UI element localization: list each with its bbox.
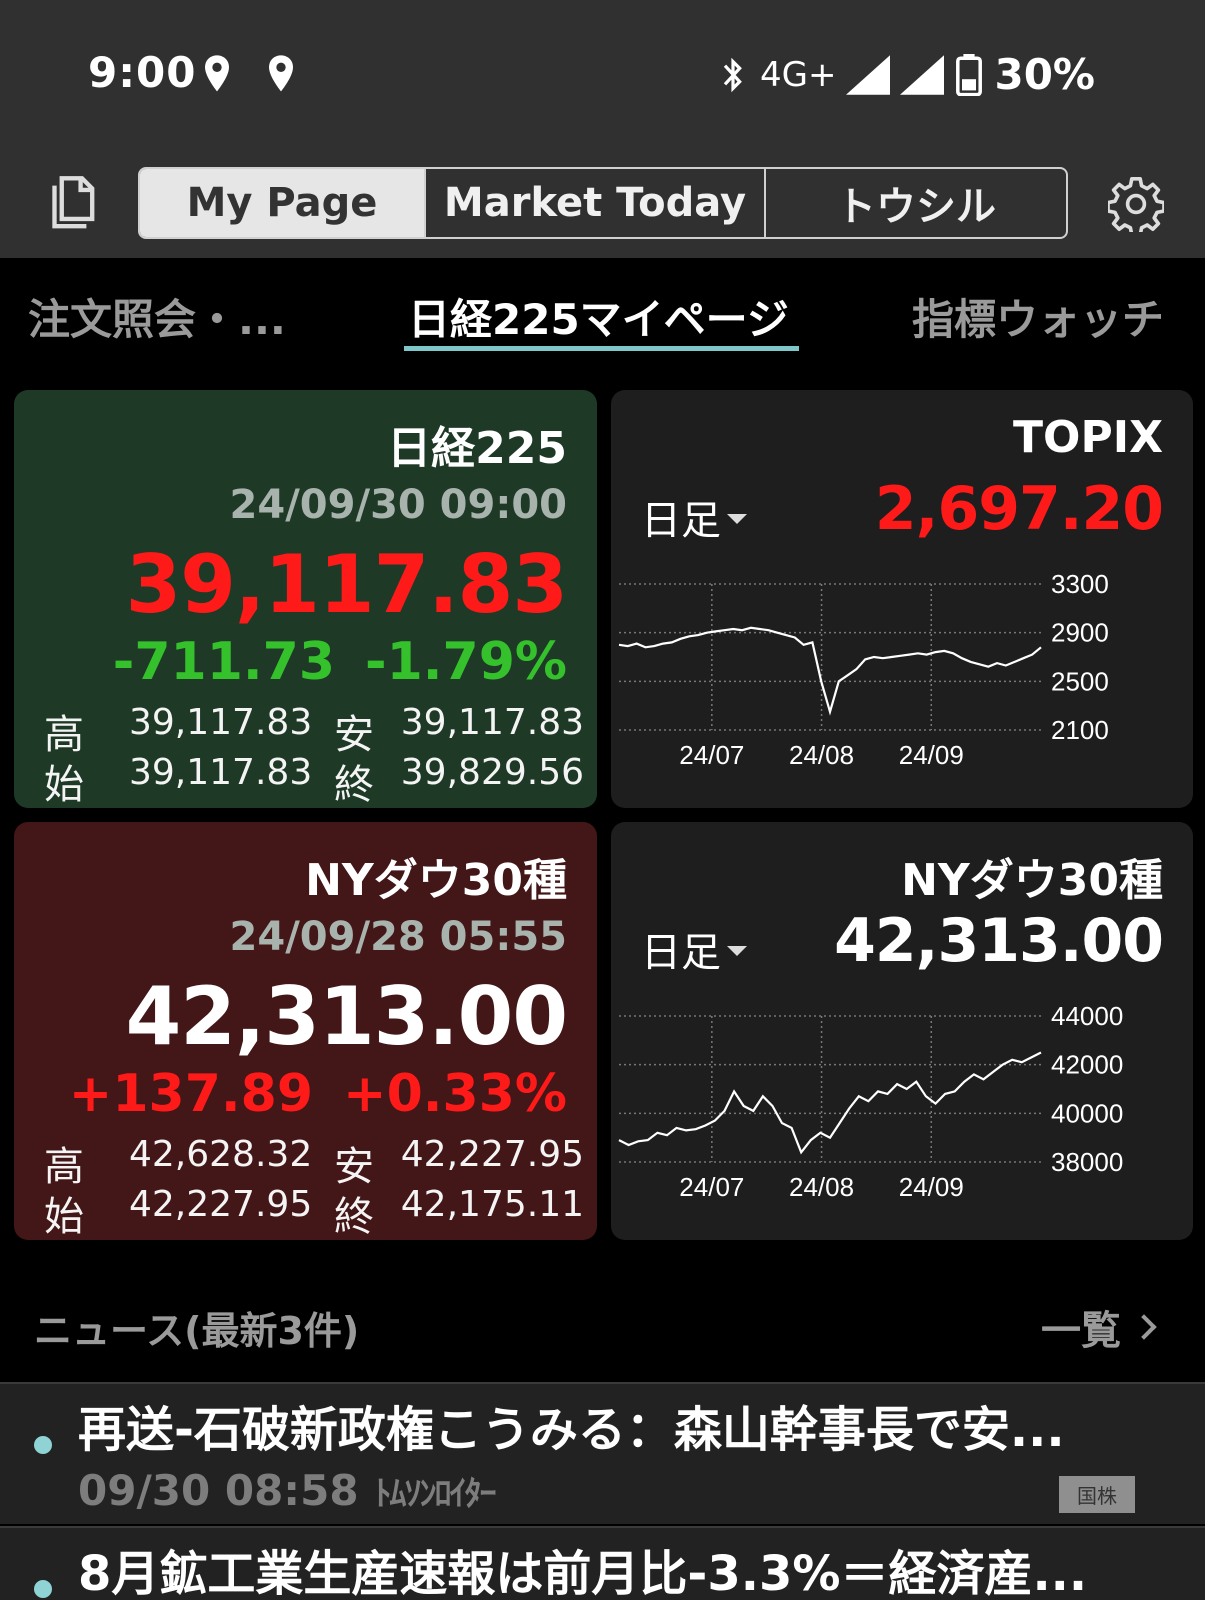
chevron-right-icon	[1131, 1314, 1157, 1340]
news-item[interactable]: 8月鉱工業生産速報は前月比-3.3%＝経済産...	[0, 1526, 1205, 1600]
open-value: 39,117.83	[129, 752, 313, 793]
news-heading: ニュース(最新3件)	[34, 1309, 360, 1353]
tab-my-page[interactable]: My Page	[140, 169, 426, 237]
card-datetime: 24/09/30 09:00	[229, 482, 567, 528]
open-label: 始	[44, 762, 84, 808]
change-value: +137.89	[68, 1064, 314, 1124]
timeframe-select[interactable]: 日足	[641, 488, 747, 546]
ohlc-table: 高 42,628.32 安 42,227.95 始 42,227.95 終 42…	[44, 1134, 584, 1240]
card-price: 42,313.00	[834, 906, 1164, 976]
y-tick-label: 38000	[1051, 1147, 1123, 1177]
main-tabs: My Page Market Today トウシル	[138, 167, 1068, 239]
open-value: 42,227.95	[129, 1184, 313, 1225]
news-source: ﾄﾑｿﾝﾛｲﾀｰ	[374, 1474, 497, 1514]
battery-level: 30%	[994, 50, 1095, 99]
status-right: 4G+ 30%	[716, 50, 1095, 99]
signal-icon	[846, 54, 891, 95]
copy-document-icon[interactable]	[40, 174, 98, 232]
y-tick-label: 42000	[1051, 1050, 1123, 1080]
topix-chart: 3300 2900 2500 2100 24/07 24/08 24/09	[618, 570, 1109, 770]
news-meta: 09/30 08:58 ﾄﾑｿﾝﾛｲﾀｰ	[78, 1466, 497, 1515]
y-tick-label: 2100	[1051, 715, 1109, 745]
signal-icon	[900, 54, 945, 95]
card-title: NYダウ30種	[901, 855, 1163, 906]
high-value: 42,628.32	[129, 1134, 313, 1175]
x-tick-label: 24/07	[679, 740, 744, 770]
subtab-orders[interactable]: 注文照会・...	[28, 286, 286, 347]
news-category-tag: 国株	[1059, 1476, 1135, 1513]
bullet-dot-icon	[34, 1580, 52, 1598]
tab-market-today[interactable]: Market Today	[426, 169, 766, 237]
card-title: TOPIX	[1013, 412, 1163, 463]
change-percent: -1.79%	[365, 632, 567, 692]
card-change: +137.89 +0.33%	[69, 1064, 567, 1124]
high-value: 39,117.83	[129, 702, 313, 743]
nikkei-card[interactable]: 日経225 24/09/30 09:00 39,117.83 -711.73 -…	[14, 390, 597, 808]
card-price: 39,117.83	[125, 538, 568, 631]
low-value: 42,227.95	[400, 1134, 584, 1175]
timeframe-select[interactable]: 日足	[641, 920, 747, 978]
x-tick-label: 24/07	[679, 1172, 744, 1202]
close-value: 42,175.11	[400, 1184, 584, 1225]
close-label: 終	[334, 762, 374, 808]
status-left-icons	[200, 54, 298, 94]
dropdown-caret-icon	[727, 946, 747, 956]
status-time: 9:00	[88, 48, 197, 97]
x-tick-label: 24/09	[899, 1172, 964, 1202]
location-icon	[205, 55, 229, 92]
y-tick-label: 40000	[1051, 1098, 1123, 1128]
card-title: NYダウ30種	[305, 855, 567, 906]
y-tick-label: 3300	[1051, 570, 1109, 599]
news-see-all-label: 一覧	[1041, 1308, 1121, 1354]
card-price: 42,313.00	[125, 970, 568, 1063]
y-tick-label: 2500	[1051, 666, 1109, 696]
dropdown-caret-icon	[727, 514, 747, 524]
network-type: 4G+	[760, 54, 837, 95]
subtab-nikkei-mypage[interactable]: 日経225マイページ	[408, 286, 789, 347]
timeframe-label: 日足	[641, 930, 721, 976]
location-icon	[269, 55, 293, 92]
x-tick-label: 24/08	[789, 740, 854, 770]
bullet-dot-icon	[34, 1436, 52, 1454]
active-tab-indicator	[404, 346, 799, 351]
card-title: 日経225	[387, 423, 567, 474]
close-label: 終	[334, 1194, 374, 1240]
ohlc-table: 高 39,117.83 安 39,117.83 始 39,117.83 終 39…	[44, 702, 584, 808]
dow-chart-card[interactable]: NYダウ30種 日足 42,313.00 44000 42000 40000 3800…	[611, 822, 1193, 1240]
card-price: 2,697.20	[874, 474, 1164, 544]
change-percent: +0.33%	[343, 1064, 567, 1124]
dow-card[interactable]: NYダウ30種 24/09/28 05:55 42,313.00 +137.89…	[14, 822, 597, 1240]
news-time: 09/30 08:58	[78, 1466, 359, 1515]
battery-icon	[956, 53, 983, 96]
x-tick-label: 24/08	[789, 1172, 854, 1202]
news-title: 再送-石破新政権こうみる：森山幹事長で安...	[78, 1402, 1065, 1458]
settings-gear-icon[interactable]	[1108, 176, 1164, 232]
topix-card[interactable]: TOPIX 日足 2,697.20 3300 2900 2500 2100 24/07 2…	[611, 390, 1193, 808]
y-tick-label: 2900	[1051, 618, 1109, 648]
series-line	[618, 626, 1042, 716]
news-see-all-link[interactable]: 一覧	[1041, 1298, 1157, 1356]
sub-tabs: 注文照会・... 日経225マイページ 指標ウォッチ	[0, 262, 1205, 362]
close-value: 39,829.56	[400, 752, 584, 793]
card-change: -711.73 -1.79%	[113, 632, 567, 692]
open-label: 始	[44, 1194, 84, 1240]
news-title: 8月鉱工業生産速報は前月比-3.3%＝経済産...	[78, 1546, 1088, 1600]
dow-chart: 44000 42000 40000 38000 24/07 24/08 24/09	[618, 1002, 1123, 1202]
low-value: 39,117.83	[400, 702, 584, 743]
timeframe-label: 日足	[641, 498, 721, 544]
bluetooth-icon	[723, 57, 742, 92]
change-value: -711.73	[112, 632, 336, 692]
card-datetime: 24/09/28 05:55	[229, 914, 567, 960]
y-tick-label: 44000	[1051, 1002, 1123, 1031]
subtab-index-watch[interactable]: 指標ウォッチ	[912, 286, 1164, 347]
tab-toushiru[interactable]: トウシル	[766, 169, 1066, 237]
app-header: 9:00 4G+ 30% My Page Market Today トウシル	[0, 0, 1205, 258]
x-tick-label: 24/09	[899, 740, 964, 770]
series-line	[618, 1051, 1042, 1155]
news-item[interactable]: 再送-石破新政権こうみる：森山幹事長で安... 09/30 08:58 ﾄﾑｿﾝ…	[0, 1382, 1205, 1524]
